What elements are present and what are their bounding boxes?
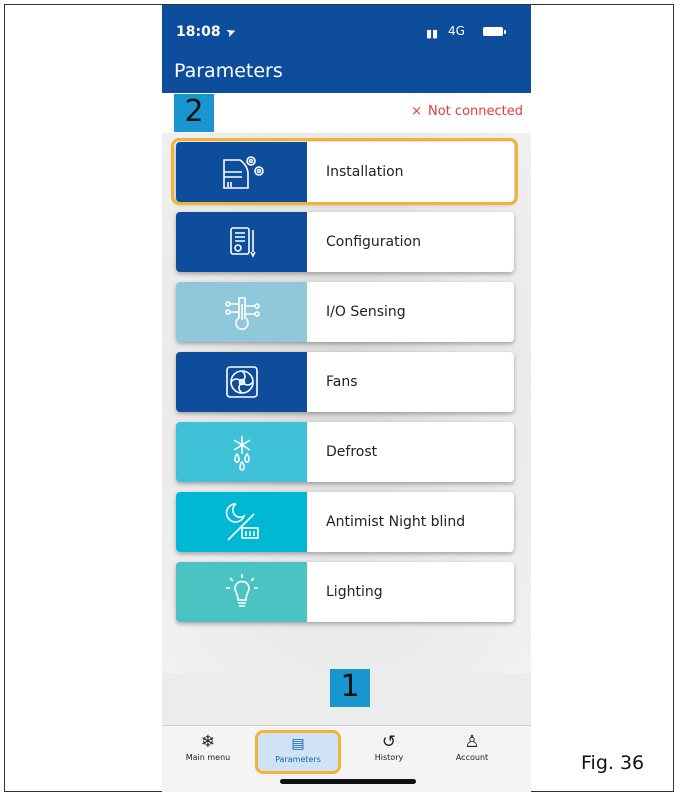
tab-history[interactable]: ↺ History [354, 731, 424, 762]
menu-item-defrost[interactable]: Defrost [176, 422, 514, 482]
menu-item-label: Lighting [326, 584, 383, 600]
antimist-icon [176, 492, 307, 552]
lightbulb-icon [176, 562, 307, 622]
title-bar: Parameters [162, 55, 531, 93]
callout-badge-2: 2 [174, 94, 214, 132]
menu-item-label: Defrost [326, 444, 378, 460]
tab-label: History [374, 753, 404, 762]
tab-label: Parameters [275, 755, 321, 764]
tab-account[interactable]: ♙ Account [437, 731, 507, 762]
defrost-icon [176, 422, 307, 482]
configuration-icon [176, 212, 307, 272]
page-title: Parameters [174, 60, 283, 82]
callout-badge-1: 1 [330, 669, 370, 707]
connection-status[interactable]: × Not connected [411, 104, 523, 119]
tab-main-menu[interactable]: ❄ Main menu [173, 731, 243, 762]
clock: 18:08 ➤ [176, 23, 238, 41]
phone-screen: 18:08 ➤ ▮▮ 4G Parameters 2 × Not connected… [162, 5, 531, 792]
close-icon: × [411, 104, 423, 119]
menu-item-label: Fans [326, 374, 358, 390]
connection-status-text: Not connected [428, 104, 523, 119]
menu-item-label: I/O Sensing [326, 304, 406, 320]
battery-icon [483, 27, 506, 36]
menu-item-antimist-night-blind[interactable]: Antimist Night blind [176, 492, 514, 552]
figure-label: Fig. 36 [581, 752, 645, 774]
menu-item-label: Configuration [326, 234, 421, 250]
account-icon: ♙ [464, 732, 480, 752]
io-sensing-icon [176, 282, 307, 342]
signal-icon: ▮▮ [426, 27, 439, 40]
snowflake-icon: ❄ [200, 732, 216, 752]
home-indicator[interactable] [280, 779, 416, 784]
tab-parameters[interactable]: ▤ Parameters [255, 730, 341, 774]
menu-item-label: Antimist Night blind [326, 514, 466, 530]
menu-item-fans[interactable]: Fans [176, 352, 514, 412]
parameters-icon: ▤ [291, 736, 305, 752]
history-icon: ↺ [381, 732, 397, 752]
menu-item-configuration[interactable]: Configuration [176, 212, 514, 272]
menu-item-lighting[interactable]: Lighting [176, 562, 514, 622]
tab-label: Account [455, 753, 489, 762]
network-label: 4G [448, 24, 465, 38]
status-bar: 18:08 ➤ ▮▮ 4G [162, 5, 531, 55]
tab-label: Main menu [185, 753, 231, 762]
menu-item-io-sensing[interactable]: I/O Sensing [176, 282, 514, 342]
fan-icon [176, 352, 307, 412]
installation-highlight [171, 138, 518, 205]
location-arrow-icon: ➤ [223, 23, 238, 41]
